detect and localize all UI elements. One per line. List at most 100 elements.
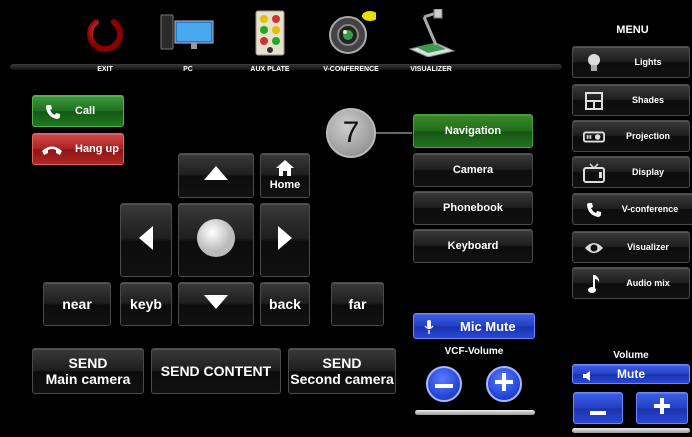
minus-icon — [590, 395, 606, 421]
vcf-tab-phonebook-label: Phonebook — [443, 202, 503, 214]
vcf-tab-phonebook[interactable]: Phonebook — [413, 191, 533, 225]
arrow-up-icon — [204, 166, 228, 185]
home-icon — [276, 160, 294, 179]
phone-icon — [583, 200, 605, 220]
menu-item-display[interactable]: Display — [572, 156, 690, 188]
source-exit-button[interactable]: EXIT — [60, 6, 150, 76]
arrow-right-icon — [278, 225, 292, 255]
menu-item-projection-label: Projection — [625, 131, 670, 141]
step-badge-number: 7 — [342, 116, 360, 149]
tv-icon — [583, 163, 605, 183]
call-button[interactable]: Call — [32, 95, 124, 127]
webcam-icon — [306, 6, 396, 60]
source-aux-plate-button[interactable]: AUX PLATE — [225, 6, 315, 76]
back-label: back — [269, 296, 301, 312]
room-volume-down-button[interactable] — [573, 392, 623, 424]
source-v-conference-button[interactable]: V-CONFERENCE — [306, 6, 396, 76]
source-pc-label: PC — [183, 66, 193, 73]
lightbulb-icon — [583, 53, 605, 73]
room-mute-button[interactable]: Mute — [572, 364, 690, 384]
window-icon — [583, 91, 605, 111]
source-bar: EXIT PC AUX PLATE V-CONFERENCE VISUALIZE… — [0, 0, 562, 76]
room-volume-bar — [572, 428, 690, 433]
power-icon — [60, 6, 150, 60]
back-button[interactable]: back — [260, 282, 310, 326]
music-note-icon — [583, 274, 605, 294]
minus-icon — [435, 375, 453, 393]
vcf-volume-label: VCF-Volume — [444, 346, 504, 357]
phone-icon — [45, 104, 61, 123]
dpad-down-button[interactable] — [178, 282, 254, 326]
plus-icon — [495, 372, 513, 396]
send-second-line2: Second camera — [290, 371, 394, 387]
source-visualizer-label: VISUALIZER — [410, 66, 452, 73]
room-volume-label: Volume — [613, 350, 649, 361]
vcf-tab-camera[interactable]: Camera — [413, 153, 533, 187]
source-exit-label: EXIT — [97, 66, 113, 73]
room-mute-label: Mute — [617, 367, 645, 381]
mic-mute-button[interactable]: Mic Mute — [413, 313, 535, 339]
hang-up-button[interactable]: Hang up — [32, 133, 124, 165]
menu-item-audio-mix-label: Audio mix — [626, 278, 670, 288]
hang-up-label: Hang up — [75, 143, 119, 155]
far-button[interactable]: far — [331, 282, 384, 326]
source-aux-plate-label: AUX PLATE — [250, 66, 290, 73]
vcf-tab-navigation[interactable]: Navigation — [413, 114, 533, 148]
menu-item-display-label: Display — [631, 167, 664, 177]
menu-item-shades-label: Shades — [631, 95, 664, 105]
send-content-button[interactable]: SEND CONTENT — [151, 348, 281, 394]
source-visualizer-button[interactable]: VISUALIZER — [386, 6, 476, 76]
keyb-button[interactable]: keyb — [120, 282, 172, 326]
home-button[interactable]: Home — [260, 153, 310, 198]
mic-mute-label: Mic Mute — [460, 318, 516, 334]
vcf-tab-keyboard[interactable]: Keyboard — [413, 229, 533, 263]
vcf-tab-navigation-label: Navigation — [444, 125, 502, 137]
menu-item-lights-label: Lights — [634, 57, 662, 67]
ok-circle-icon — [196, 218, 236, 263]
near-button[interactable]: near — [43, 282, 111, 326]
plus-icon — [654, 397, 670, 419]
microphone-icon — [424, 320, 434, 337]
menu-item-v-conference-label: V-conference — [621, 204, 679, 214]
speaker-icon — [583, 370, 593, 384]
home-label: Home — [269, 179, 301, 191]
pc-monitor-icon — [143, 6, 233, 60]
send-main-line1: SEND — [68, 355, 108, 371]
dpad-left-button[interactable] — [120, 203, 172, 277]
vcf-volume-up-button[interactable] — [486, 366, 522, 402]
send-content-label: SEND CONTENT — [160, 363, 272, 379]
menu-item-visualizer[interactable]: Visualizer — [572, 231, 690, 263]
document-camera-icon — [386, 6, 476, 60]
call-label: Call — [75, 105, 96, 117]
far-label: far — [348, 296, 367, 312]
vcf-tab-camera-label: Camera — [452, 164, 494, 176]
send-second-camera-button[interactable]: SEND Second camera — [288, 348, 396, 394]
send-main-camera-button[interactable]: SEND Main camera — [32, 348, 144, 394]
menu-title: MENU — [616, 24, 649, 36]
dpad-ok-button[interactable] — [178, 203, 254, 277]
badge-connector-line — [376, 132, 412, 134]
source-pc-button[interactable]: PC — [143, 6, 233, 76]
keyb-label: keyb — [130, 296, 162, 312]
menu-item-visualizer-label: Visualizer — [627, 242, 669, 252]
menu-item-shades[interactable]: Shades — [572, 84, 690, 116]
menu-item-audio-mix[interactable]: Audio mix — [572, 267, 690, 299]
near-label: near — [62, 296, 92, 312]
send-second-line1: SEND — [322, 355, 362, 371]
aux-plate-icon — [225, 6, 315, 60]
step-badge: 7 — [326, 108, 376, 158]
dpad-right-button[interactable] — [260, 203, 310, 277]
menu-item-projection[interactable]: Projection — [572, 120, 690, 152]
vcf-tab-keyboard-label: Keyboard — [447, 240, 499, 252]
send-main-line2: Main camera — [45, 371, 131, 387]
dpad-up-button[interactable] — [178, 153, 254, 198]
hang-up-icon — [41, 144, 63, 159]
vcf-volume-bar — [415, 410, 535, 415]
menu-item-v-conference[interactable]: V-conference — [572, 193, 692, 225]
vcf-volume-down-button[interactable] — [426, 366, 462, 402]
projector-icon — [583, 127, 605, 147]
room-volume-up-button[interactable] — [636, 392, 688, 424]
arrow-left-icon — [139, 225, 153, 255]
menu-item-lights[interactable]: Lights — [572, 46, 690, 78]
eye-icon — [583, 238, 605, 258]
